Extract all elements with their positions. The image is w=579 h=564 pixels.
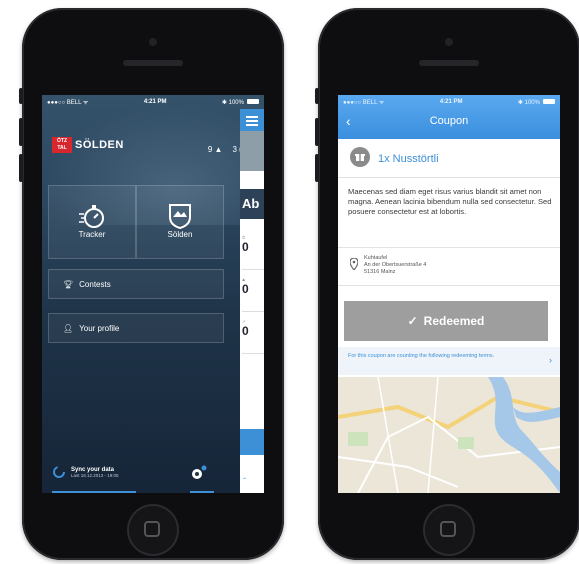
front-camera (149, 38, 157, 46)
soelden-label: Sölden (167, 230, 193, 239)
status-bar: ●●●○○ BELL ᯤ 4:21 PM ✱ 100% (42, 95, 264, 109)
page-title: Coupon (429, 115, 469, 127)
your-profile-row[interactable]: 👤︎ Your profile (48, 313, 224, 343)
stopwatch-icon (49, 202, 135, 230)
lift-counts: 9 ▲ 3 ■ (208, 145, 244, 154)
coupon-description: Maecenas sed diam eget risus varius blan… (348, 187, 552, 216)
settings-gear-icon[interactable] (190, 465, 208, 486)
checkmark-icon: ✓ (407, 314, 418, 328)
redeeming-terms-link[interactable]: For this coupon are counting the followi… (338, 347, 560, 375)
right-phone: ●●●○○ BELL ᯤ 4:21 PM ✱ 100% ‹ Coupon 1x … (315, 8, 579, 560)
chevron-up-icon: ⌃ (242, 478, 248, 484)
location-pin-icon (349, 257, 359, 275)
gift-icon (350, 147, 370, 167)
coupon-title: 1x Nusstörtli (378, 153, 439, 165)
soelden-tile[interactable]: Sölden (136, 185, 224, 259)
home-button[interactable] (423, 504, 475, 556)
sync-icon (53, 466, 65, 478)
coupon-address: Kuhtaufel An der Obertsuerstraße 4 51316… (364, 255, 427, 275)
home-button[interactable] (127, 504, 179, 556)
trophy-icon: 🏆︎ (63, 279, 74, 289)
menu-icon[interactable] (246, 116, 258, 126)
lift-icon: ▲ (214, 145, 223, 154)
sync-data-button[interactable]: Sync your data Last 18.12.2013 - 19:05 (52, 465, 119, 479)
tracker-label: Tracker (78, 230, 106, 239)
side-panel-peek[interactable]: Ab ⏱ 0 ⛰ 0 ↗ 0 ⌃ (240, 109, 264, 493)
nav-bar: ●●●○○ BELL ᯤ 4:21 PM ✱ 100% ‹ Coupon (338, 95, 560, 139)
chevron-right-icon: › (549, 355, 552, 365)
soelden-logo: ÖTZ TAL SÖLDEN (52, 137, 124, 153)
tracker-tile[interactable]: Tracker (48, 185, 136, 259)
coupon-screen: ●●●○○ BELL ᯤ 4:21 PM ✱ 100% ‹ Coupon 1x … (338, 95, 560, 493)
crest-icon (137, 202, 223, 230)
app-home-screen: ●●●○○ BELL ᯤ 4:21 PM ✱ 100% ÖTZ TAL SÖLDE… (42, 95, 264, 493)
earpiece-speaker (419, 60, 479, 66)
left-phone: ●●●○○ BELL ᯤ 4:21 PM ✱ 100% ÖTZ TAL SÖLDE… (19, 8, 284, 560)
front-camera (445, 38, 453, 46)
contests-row[interactable]: 🏆︎ Contests (48, 269, 224, 299)
earpiece-speaker (123, 60, 183, 66)
person-icon: 👤︎ (63, 323, 74, 333)
redeemed-button[interactable]: ✓ Redeemed (344, 301, 548, 341)
location-map[interactable] (338, 377, 560, 493)
status-bar: ●●●○○ BELL ᯤ 4:21 PM ✱ 100% (338, 95, 560, 109)
